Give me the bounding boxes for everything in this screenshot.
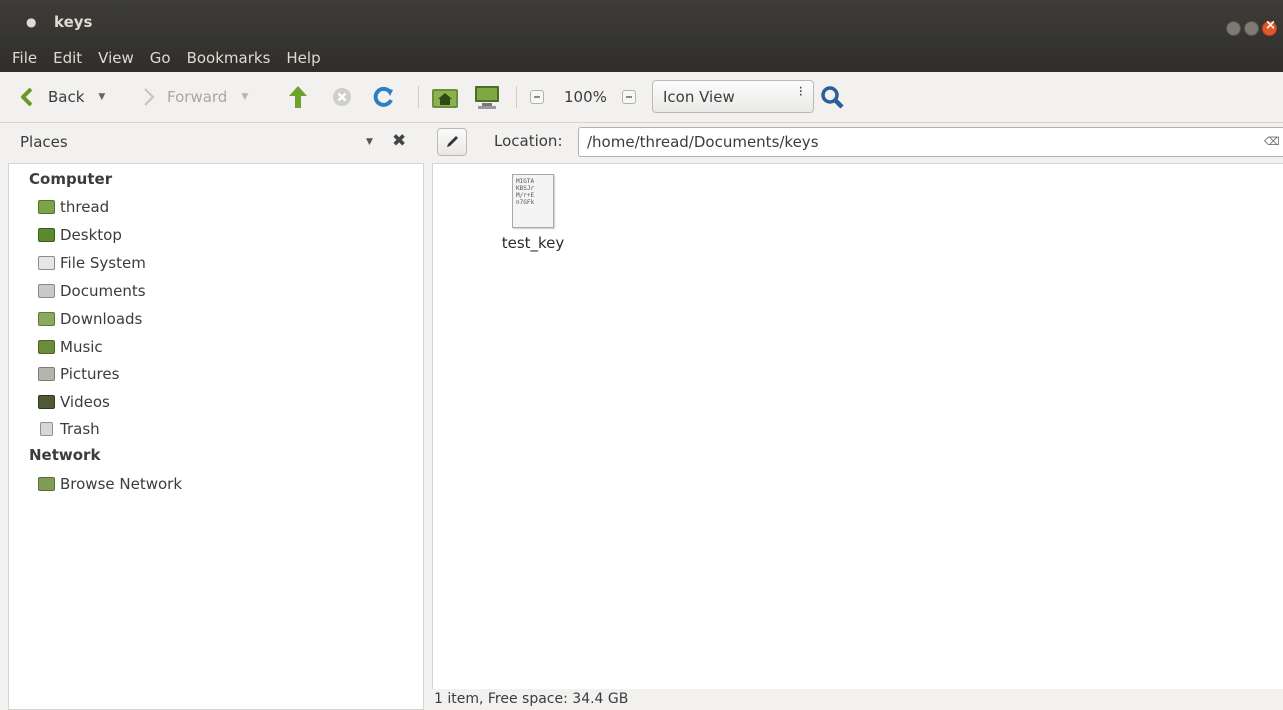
- forward-arrow-icon: [144, 88, 155, 106]
- drive-icon: [38, 256, 55, 270]
- trash-icon: [40, 422, 53, 436]
- sidebar-item-label: Videos: [60, 393, 110, 411]
- menu-file[interactable]: File: [12, 49, 37, 67]
- sidebar-heading-computer: Computer: [29, 170, 113, 188]
- back-button[interactable]: Back ▼: [20, 72, 105, 122]
- file-item-test-key[interactable]: MIGTA KBSJr M/r+E n7GFk test_key: [495, 174, 571, 252]
- places-dropdown-chevron-down-icon[interactable]: ▼: [366, 137, 373, 147]
- reload-button[interactable]: [373, 72, 395, 122]
- places-title[interactable]: Places: [20, 133, 68, 151]
- up-button[interactable]: [287, 72, 309, 122]
- menu-view[interactable]: View: [98, 49, 134, 67]
- back-label: Back: [48, 88, 85, 106]
- sidebar-item-music[interactable]: Music: [38, 335, 103, 359]
- back-arrow-icon: [21, 88, 33, 106]
- search-button[interactable]: [820, 72, 844, 122]
- clear-location-icon[interactable]: ⌫: [1264, 135, 1280, 148]
- forward-label: Forward: [167, 88, 228, 106]
- toolbar-separator: [418, 86, 419, 108]
- home-icon: [432, 89, 458, 108]
- zoom-level[interactable]: 100%: [564, 72, 607, 122]
- view-mode-value: Icon View: [663, 87, 735, 106]
- toolbar: Back ▼ Forward ▼ 100%: [0, 72, 1283, 123]
- close-window-button[interactable]: [1262, 18, 1277, 36]
- sidebar-item-downloads[interactable]: Downloads: [38, 307, 142, 331]
- minimize-button[interactable]: [1226, 21, 1241, 36]
- forward-history-chevron-down-icon[interactable]: ▼: [241, 92, 248, 102]
- text-file-icon: MIGTA KBSJr M/r+E n7GFk: [512, 174, 554, 228]
- select-arrows-icon: ⁝: [798, 84, 803, 100]
- computer-button[interactable]: [473, 72, 501, 122]
- sidebar-item-label: Desktop: [60, 226, 122, 244]
- window-controls: [1226, 18, 1277, 36]
- places-sidebar: Computer thread Desktop File System Docu…: [8, 163, 424, 710]
- zoom-level-label: 100%: [564, 88, 607, 106]
- stop-button[interactable]: [332, 72, 352, 122]
- sidebar-item-videos[interactable]: Videos: [38, 390, 110, 414]
- file-name: test_key: [501, 234, 565, 252]
- status-bar: 1 item, Free space: 34.4 GB: [432, 689, 1283, 710]
- sidebar-item-documents[interactable]: Documents: [38, 279, 146, 303]
- close-sidebar-icon[interactable]: ✖: [392, 131, 406, 151]
- maximize-button[interactable]: [1244, 21, 1259, 36]
- zoom-out-icon: [530, 90, 544, 104]
- toggle-location-edit-button[interactable]: [437, 128, 467, 156]
- location-input[interactable]: [578, 127, 1283, 157]
- sidebar-item-label: Trash: [60, 420, 100, 438]
- search-icon: [821, 86, 844, 109]
- title-row: ● keys: [0, 0, 1283, 44]
- sidebar-item-label: Browse Network: [60, 475, 183, 493]
- zoom-out-button[interactable]: [530, 72, 544, 122]
- desktop-icon: [38, 228, 55, 242]
- view-mode-select[interactable]: Icon View ⁝: [652, 80, 814, 113]
- pencil-icon: [447, 136, 458, 147]
- zoom-in-icon: [622, 90, 636, 104]
- menu-edit[interactable]: Edit: [53, 49, 82, 67]
- menu-bookmarks[interactable]: Bookmarks: [187, 49, 271, 67]
- zoom-in-button[interactable]: [622, 72, 636, 122]
- stop-icon: [333, 88, 351, 106]
- sidebar-item-desktop[interactable]: Desktop: [38, 223, 122, 247]
- window-title: keys: [54, 13, 93, 31]
- sidebar-item-trash[interactable]: Trash: [38, 417, 100, 441]
- places-header: Places ▼ ✖: [0, 123, 423, 163]
- back-history-chevron-down-icon[interactable]: ▼: [98, 92, 105, 102]
- computer-icon: [475, 86, 499, 109]
- menubar: File Edit View Go Bookmarks Help: [12, 49, 321, 67]
- network-icon: [38, 477, 55, 491]
- toolbar-separator: [516, 86, 517, 108]
- downloads-folder-icon: [38, 312, 55, 326]
- reload-icon: [373, 86, 393, 107]
- documents-folder-icon: [38, 284, 55, 298]
- sidebar-item-file-system[interactable]: File System: [38, 251, 146, 275]
- sidebar-item-browse-network[interactable]: Browse Network: [38, 472, 182, 496]
- sidebar-item-pictures[interactable]: Pictures: [38, 362, 119, 386]
- menu-help[interactable]: Help: [286, 49, 320, 67]
- sidebar-item-label: thread: [60, 198, 110, 216]
- menu-go[interactable]: Go: [150, 49, 171, 67]
- sidebar-item-label: Documents: [60, 282, 146, 300]
- window-menu-icon[interactable]: ●: [26, 15, 36, 29]
- music-folder-icon: [38, 340, 55, 354]
- sidebar-item-label: Pictures: [60, 365, 120, 383]
- location-label: Location:: [494, 132, 563, 150]
- sidebar-heading-network: Network: [29, 446, 101, 464]
- home-button[interactable]: [431, 72, 459, 122]
- pictures-folder-icon: [38, 367, 55, 381]
- forward-button[interactable]: Forward ▼: [143, 72, 248, 122]
- up-arrow-icon: [289, 86, 307, 108]
- sidebar-item-label: Downloads: [60, 310, 143, 328]
- videos-folder-icon: [38, 395, 55, 409]
- sidebar-splitter[interactable]: [424, 163, 432, 710]
- sidebar-item-label: File System: [60, 254, 146, 272]
- file-icon-view[interactable]: MIGTA KBSJr M/r+E n7GFk test_key: [432, 163, 1283, 689]
- sidebar-item-label: Music: [60, 338, 103, 356]
- home-folder-icon: [38, 200, 55, 214]
- sidebar-item-thread[interactable]: thread: [38, 195, 109, 219]
- window-titlebar: ● keys File Edit View Go Bookmarks Help: [0, 0, 1283, 72]
